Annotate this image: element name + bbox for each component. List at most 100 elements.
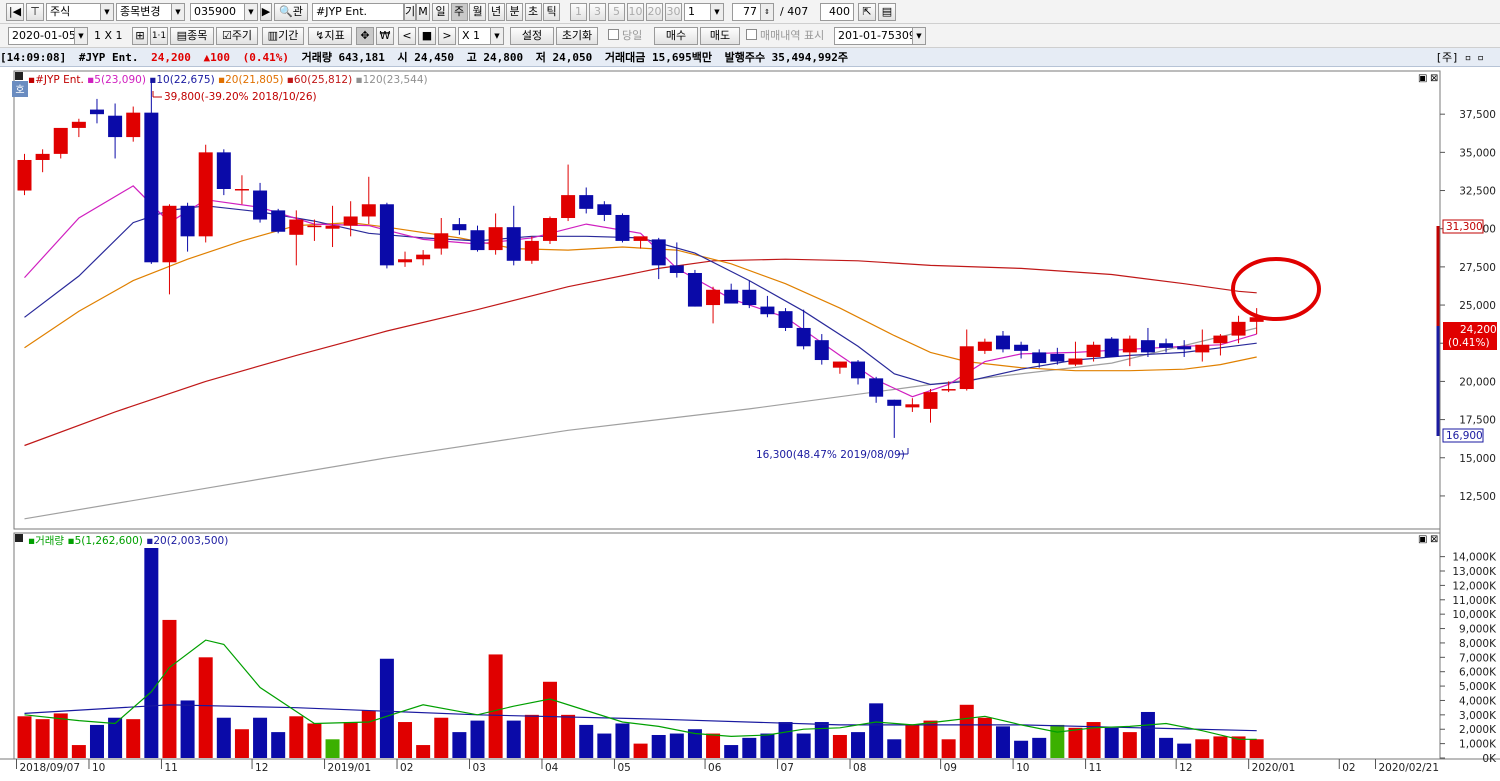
candle-up: [361, 204, 376, 217]
type-select[interactable]: 주식 ▼: [46, 3, 114, 21]
volume-legend: ▪거래량 ▪5(1,262,600) ▪20(2,003,500): [28, 535, 228, 547]
candle-up: [53, 127, 68, 154]
quote-price: 24,200: [151, 51, 191, 64]
gi-button[interactable]: 기: [404, 3, 416, 21]
chevron-down-icon: ▼: [912, 28, 925, 44]
interval-button-1[interactable]: 1: [570, 3, 587, 21]
volume-bar: [1159, 737, 1174, 758]
crosshair-button[interactable]: ✥: [356, 27, 374, 45]
candle-up: [941, 389, 956, 391]
close-icon[interactable]: ▫: [1477, 51, 1484, 64]
multiplier-select[interactable]: X 1 ▼: [458, 27, 504, 45]
interval-button-3[interactable]: 3: [589, 3, 606, 21]
checkbox-icon: [608, 29, 619, 40]
restore-icon[interactable]: ▫: [1465, 51, 1472, 64]
volume-bar: [434, 717, 449, 758]
period-label: 주기: [231, 29, 253, 42]
display-count-input[interactable]: 400: [820, 3, 854, 21]
interval-button-30[interactable]: 30: [665, 3, 682, 21]
period-button-4[interactable]: 분: [506, 3, 523, 21]
won-button[interactable]: ₩: [376, 27, 394, 45]
volume-bar: [706, 733, 721, 758]
period-button-5[interactable]: 초: [524, 3, 542, 21]
volume-tick-label: 13,000K: [1452, 566, 1497, 578]
period-button-2[interactable]: 월: [469, 3, 486, 21]
candle-down: [887, 399, 902, 406]
volume-maximize-icon[interactable]: ▣: [1418, 534, 1427, 545]
change-item-select[interactable]: 종목변경 ▼: [116, 3, 185, 21]
chart-area[interactable]: 호 ▣ ⊠ ▣ ⊠ ▪#JYP Ent. ▪5(23,090) ▪10(22,6…: [0, 68, 1500, 781]
first-page-button[interactable]: |◀: [6, 3, 24, 21]
trades-checkbox[interactable]: 매매내역 표시: [746, 27, 824, 45]
quote-name: #JYP Ent.: [78, 51, 139, 64]
volume-bar: [144, 548, 159, 758]
interval-button-5[interactable]: 5: [608, 3, 625, 21]
period-button-6[interactable]: 틱: [543, 3, 560, 21]
volume-bar: [307, 723, 322, 758]
count-spinner[interactable]: 77 ⇕: [732, 3, 774, 21]
volume-bar: [198, 657, 213, 758]
stop-button[interactable]: ■: [418, 27, 436, 45]
candle-down: [669, 265, 684, 273]
code-input[interactable]: 035900 ▼: [190, 3, 258, 21]
period-button-3[interactable]: 년: [487, 3, 505, 21]
low-annotation: 16,300(48.47% 2019/08/09): [756, 449, 905, 461]
period-button-0[interactable]: 일: [432, 3, 449, 21]
today-checkbox[interactable]: 당일: [608, 27, 642, 45]
stock-chart[interactable]: 호 ▣ ⊠ ▣ ⊠ ▪#JYP Ent. ▪5(23,090) ▪10(22,6…: [0, 68, 1500, 781]
price-legend: ▪#JYP Ent. ▪5(23,090) ▪10(22,675) ▪20(21…: [28, 74, 428, 86]
volume-menu-icon[interactable]: [15, 534, 23, 542]
reset-button[interactable]: 초기화: [556, 27, 598, 45]
panel-menu-icon[interactable]: [15, 72, 23, 80]
candle-down: [651, 239, 666, 266]
period-button[interactable]: ☑주기: [216, 27, 258, 45]
name-input[interactable]: #JYP Ent.: [312, 3, 404, 21]
sell-button[interactable]: 매도: [700, 27, 740, 45]
layout-label[interactable]: 1 X 1: [94, 27, 123, 45]
candle-up: [289, 219, 304, 235]
candle-down: [1014, 344, 1029, 351]
grid-button[interactable]: ⊞: [132, 27, 148, 45]
volume-close-icon[interactable]: ⊠: [1430, 534, 1438, 545]
volume-tick-label: 11,000K: [1452, 595, 1497, 607]
next-arrow-button[interactable]: >: [438, 27, 456, 45]
interval-button-20[interactable]: 20: [646, 3, 663, 21]
export-button[interactable]: ⇱: [858, 3, 876, 21]
buy-button[interactable]: 매수: [654, 27, 698, 45]
period-button-1[interactable]: 주: [450, 3, 468, 21]
volume-bar: [17, 716, 32, 758]
candle-up: [307, 225, 322, 228]
term-button[interactable]: ▥기간: [262, 27, 304, 45]
prev-button[interactable]: <: [398, 27, 416, 45]
save-button[interactable]: ▤: [878, 3, 896, 21]
volume-bar: [379, 658, 394, 758]
volume-bar: [325, 739, 340, 758]
volume-bar: [452, 732, 467, 758]
date-tick-label: 11: [164, 762, 177, 774]
date-select[interactable]: 2020-01-05 ▼: [8, 27, 88, 45]
next-button[interactable]: ▶: [260, 3, 272, 21]
interval-button-10[interactable]: 10: [627, 3, 644, 21]
quote-shares: 발행주수 35,494,992주: [724, 51, 849, 64]
search-button[interactable]: 🔍관: [274, 3, 308, 21]
maximize-icon[interactable]: ▣: [1418, 73, 1427, 84]
volume-tick-label: 6,000K: [1459, 667, 1497, 679]
volume-tick-label: 8,000K: [1459, 638, 1497, 650]
quote-open: 시 24,450: [397, 51, 455, 64]
candle-down: [597, 204, 612, 215]
candle-down: [253, 190, 268, 220]
one-one-button[interactable]: 1·1: [150, 27, 168, 45]
m-button[interactable]: M: [416, 3, 430, 21]
account-select[interactable]: 201-01-753097 ▼: [834, 27, 926, 45]
item-button[interactable]: ▤종목: [170, 27, 214, 45]
indicator-button[interactable]: ↯지표: [308, 27, 352, 45]
settings-button[interactable]: 설정: [510, 27, 554, 45]
close-icon[interactable]: ⊠: [1430, 73, 1438, 84]
volume-bar: [887, 739, 902, 758]
volume-bar: [542, 681, 557, 758]
pin-button[interactable]: ⊤: [26, 3, 44, 21]
chevron-down-icon: ▼: [244, 4, 257, 20]
candle-down: [89, 109, 104, 115]
period-num-select[interactable]: 1 ▼: [684, 3, 724, 21]
quote-volume: 거래량 643,181: [301, 51, 385, 64]
